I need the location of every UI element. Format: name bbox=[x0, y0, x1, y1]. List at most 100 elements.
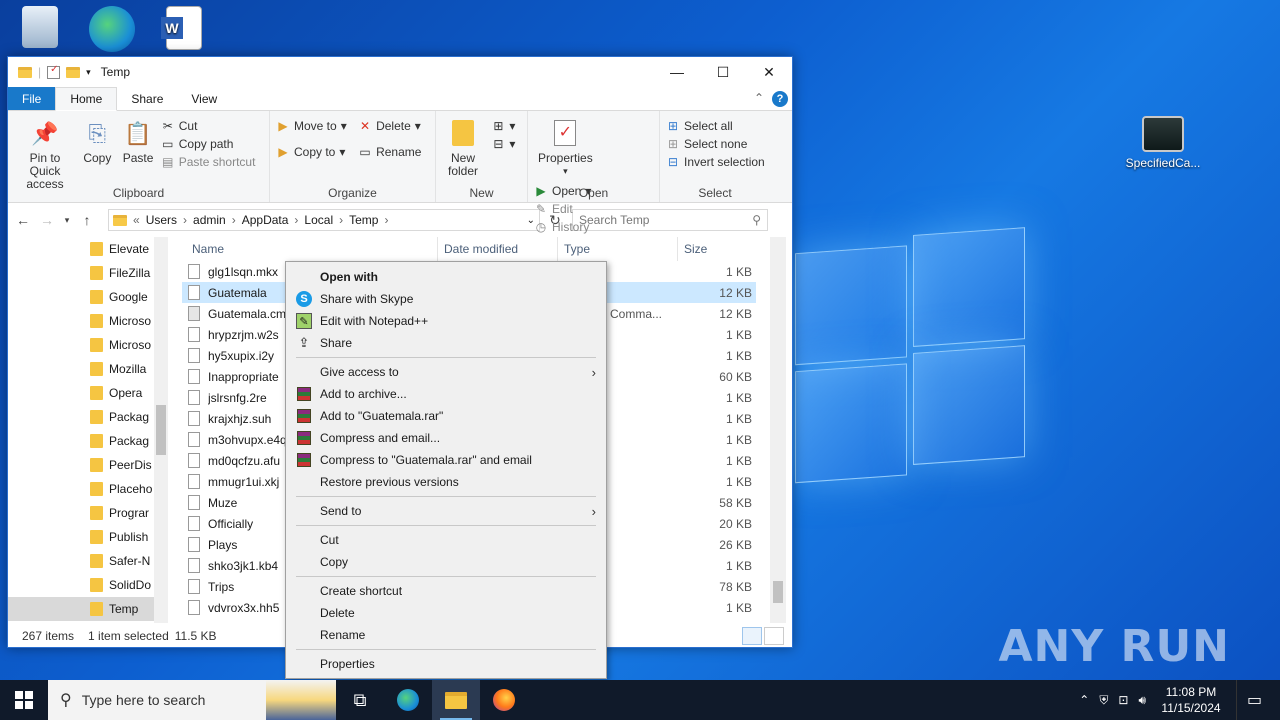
easy-access-button[interactable]: ⊟ ▾ bbox=[491, 137, 515, 151]
nav-item[interactable]: FileZilla bbox=[8, 261, 168, 285]
properties-button[interactable]: ✓ Properties ▾ bbox=[534, 115, 597, 180]
minimize-button[interactable]: — bbox=[654, 57, 700, 87]
new-item-button[interactable]: ⊞ ▾ bbox=[491, 119, 515, 133]
cut-button[interactable]: ✂ Cut bbox=[161, 119, 256, 133]
help-icon[interactable]: ? bbox=[772, 91, 788, 107]
volume-icon[interactable]: 🔊︎ bbox=[1138, 693, 1146, 708]
nav-item[interactable]: Opera bbox=[8, 381, 168, 405]
menu-compress-to-rar-and-email[interactable]: Compress to "Guatemala.rar" and email bbox=[286, 449, 606, 471]
tab-file[interactable]: File bbox=[8, 87, 56, 110]
menu-properties[interactable]: Properties bbox=[286, 653, 606, 675]
breadcrumb-chevron-icon[interactable]: › bbox=[183, 213, 187, 227]
select-none-button[interactable]: ⊞ Select none bbox=[666, 137, 765, 151]
nav-item[interactable]: Packag bbox=[8, 429, 168, 453]
breadcrumb-chevron-icon[interactable]: › bbox=[232, 213, 236, 227]
copy-to-button[interactable]: ▶ Copy to ▾ bbox=[276, 145, 347, 159]
menu-create-shortcut[interactable]: Create shortcut bbox=[286, 580, 606, 602]
menu-send-to[interactable]: Send to › bbox=[286, 500, 606, 522]
nav-item[interactable]: Microso bbox=[8, 333, 168, 357]
breadcrumb-users[interactable]: Users bbox=[146, 213, 177, 227]
menu-share-with-skype[interactable]: S Share with Skype bbox=[286, 288, 606, 310]
chevron-up-icon[interactable]: ⌃ bbox=[1079, 693, 1089, 707]
nav-item[interactable]: Google bbox=[8, 285, 168, 309]
details-view-button[interactable] bbox=[742, 627, 762, 645]
column-date-modified[interactable]: Date modified bbox=[438, 237, 558, 261]
edge-taskbar-icon[interactable] bbox=[384, 680, 432, 720]
column-type[interactable]: Type bbox=[558, 237, 678, 261]
collapse-ribbon-icon[interactable]: ⌃ bbox=[754, 91, 764, 105]
breadcrumb-chevron-icon[interactable]: › bbox=[384, 213, 388, 227]
nav-item[interactable]: Microso bbox=[8, 309, 168, 333]
menu-share[interactable]: ⇪ Share bbox=[286, 332, 606, 354]
maximize-button[interactable]: ☐ bbox=[700, 57, 746, 87]
customize-quick-access-icon[interactable]: ▾ bbox=[86, 67, 91, 78]
copy-path-button[interactable]: ▭ Copy path bbox=[161, 137, 256, 151]
invert-selection-button[interactable]: ⊟ Invert selection bbox=[666, 155, 765, 169]
desktop-specifiedca[interactable]: SpecifiedCa... bbox=[1122, 116, 1204, 170]
column-size[interactable]: Size bbox=[678, 237, 758, 261]
firefox-taskbar-icon[interactable] bbox=[480, 680, 528, 720]
paste-shortcut-button[interactable]: ▤ Paste shortcut bbox=[161, 155, 255, 169]
nav-item[interactable]: Packag bbox=[8, 405, 168, 429]
breadcrumb-chevron-icon[interactable]: › bbox=[339, 213, 343, 227]
new-folder-quick-icon[interactable] bbox=[66, 66, 81, 78]
breadcrumb-admin[interactable]: admin bbox=[193, 213, 226, 227]
nav-item[interactable]: Safer-N bbox=[8, 549, 168, 573]
task-view-icon[interactable]: ⧉ bbox=[336, 680, 384, 720]
nav-item[interactable]: Placeho bbox=[8, 477, 168, 501]
tab-share[interactable]: Share bbox=[117, 87, 177, 110]
nav-item[interactable]: SolidDo bbox=[8, 573, 168, 597]
security-icon[interactable]: ⛨ bbox=[1099, 693, 1108, 708]
nav-scrollbar[interactable] bbox=[154, 237, 168, 623]
desktop-word[interactable]: W bbox=[144, 6, 224, 54]
new-folder-button[interactable]: New folder bbox=[442, 115, 484, 180]
large-icons-view-button[interactable] bbox=[764, 627, 784, 645]
copy-button[interactable]: ⎘ Copy bbox=[79, 115, 115, 167]
menu-compress-and-email[interactable]: Compress and email... bbox=[286, 427, 606, 449]
breadcrumb-temp[interactable]: Temp bbox=[349, 213, 378, 227]
desktop-recycle-bin[interactable] bbox=[0, 6, 80, 52]
history-button[interactable]: ◷ History bbox=[534, 220, 591, 234]
menu-restore-previous-versions[interactable]: Restore previous versions bbox=[286, 471, 606, 493]
tab-home[interactable]: Home bbox=[55, 87, 118, 111]
notification-icon[interactable]: ▭ bbox=[1236, 680, 1272, 720]
menu-rename[interactable]: Rename bbox=[286, 624, 606, 646]
taskbar-search-box[interactable]: ⚲ Type here to search bbox=[48, 680, 336, 720]
menu-give-access-to[interactable]: Give access to › bbox=[286, 361, 606, 383]
delete-button[interactable]: ✕ Delete ▾ bbox=[358, 119, 421, 133]
rename-button[interactable]: ▭ Rename bbox=[358, 145, 421, 159]
tab-view[interactable]: View bbox=[177, 87, 231, 110]
menu-cut[interactable]: Cut bbox=[286, 529, 606, 551]
search-input[interactable]: Search Temp ⚲ bbox=[572, 209, 768, 231]
pin-quick-access-button[interactable]: 📌 Pin to Quick access bbox=[14, 115, 76, 193]
nav-item[interactable]: Mozilla bbox=[8, 357, 168, 381]
clock[interactable]: 11:08 PM 11/15/2024 bbox=[1156, 684, 1226, 716]
menu-add-to-rar[interactable]: Add to "Guatemala.rar" bbox=[286, 405, 606, 427]
desktop-edge[interactable] bbox=[72, 6, 152, 56]
menu-copy[interactable]: Copy bbox=[286, 551, 606, 573]
nav-item[interactable]: Publish bbox=[8, 525, 168, 549]
file-list-scrollbar[interactable] bbox=[770, 237, 786, 623]
menu-add-to-archive[interactable]: Add to archive... bbox=[286, 383, 606, 405]
back-arrow-icon[interactable]: ← bbox=[14, 212, 32, 228]
paste-button[interactable]: 📋 Paste bbox=[119, 115, 158, 167]
start-button[interactable] bbox=[0, 680, 48, 720]
nav-item[interactable]: Prograr bbox=[8, 501, 168, 525]
nav-item[interactable]: Elevate bbox=[8, 237, 168, 261]
column-name[interactable]: Name bbox=[168, 237, 438, 261]
breadcrumb-appdata[interactable]: AppData bbox=[242, 213, 289, 227]
breadcrumb-overflow[interactable]: « bbox=[133, 213, 140, 227]
edit-button[interactable]: ✎ Edit bbox=[534, 202, 591, 216]
file-explorer-taskbar-icon[interactable] bbox=[432, 680, 480, 720]
recent-locations-icon[interactable]: ▾ bbox=[62, 215, 72, 226]
menu-edit-with-notepadpp[interactable]: ✎ Edit with Notepad++ bbox=[286, 310, 606, 332]
up-arrow-icon[interactable]: ↑ bbox=[78, 212, 96, 228]
nav-item-temp[interactable]: Temp bbox=[8, 597, 168, 621]
breadcrumb-local[interactable]: Local bbox=[304, 213, 333, 227]
nav-scrollbar-thumb[interactable] bbox=[156, 405, 166, 455]
nav-item[interactable]: PeerDis bbox=[8, 453, 168, 477]
menu-delete[interactable]: Delete bbox=[286, 602, 606, 624]
network-icon[interactable]: ⊡ bbox=[1118, 693, 1128, 707]
select-all-button[interactable]: ⊞ Select all bbox=[666, 119, 765, 133]
forward-arrow-icon[interactable]: → bbox=[38, 212, 56, 228]
